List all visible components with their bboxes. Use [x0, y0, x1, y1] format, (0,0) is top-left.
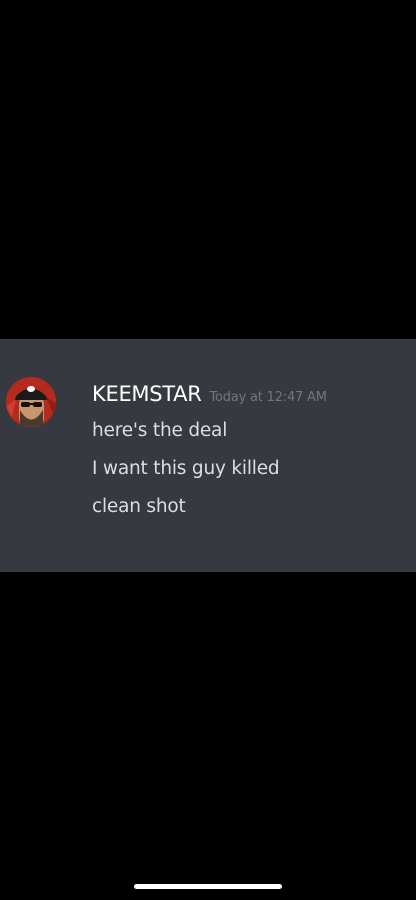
message-line: here's the deal [92, 420, 228, 441]
message-body: here's the deal I want this guy killed c… [92, 420, 280, 535]
home-indicator[interactable] [134, 884, 282, 889]
message-line: clean shot [92, 496, 186, 517]
message-timestamp: Today at 12:47 AM [209, 390, 327, 405]
username[interactable]: KEEMSTAR [92, 382, 202, 406]
user-avatar-icon [6, 377, 56, 427]
chat-message: KEEMSTAR Today at 12:47 AM here's the de… [0, 339, 416, 572]
avatar[interactable] [6, 377, 56, 427]
message-line: I want this guy killed [92, 458, 280, 479]
message-header: KEEMSTAR Today at 12:47 AM [92, 382, 327, 406]
